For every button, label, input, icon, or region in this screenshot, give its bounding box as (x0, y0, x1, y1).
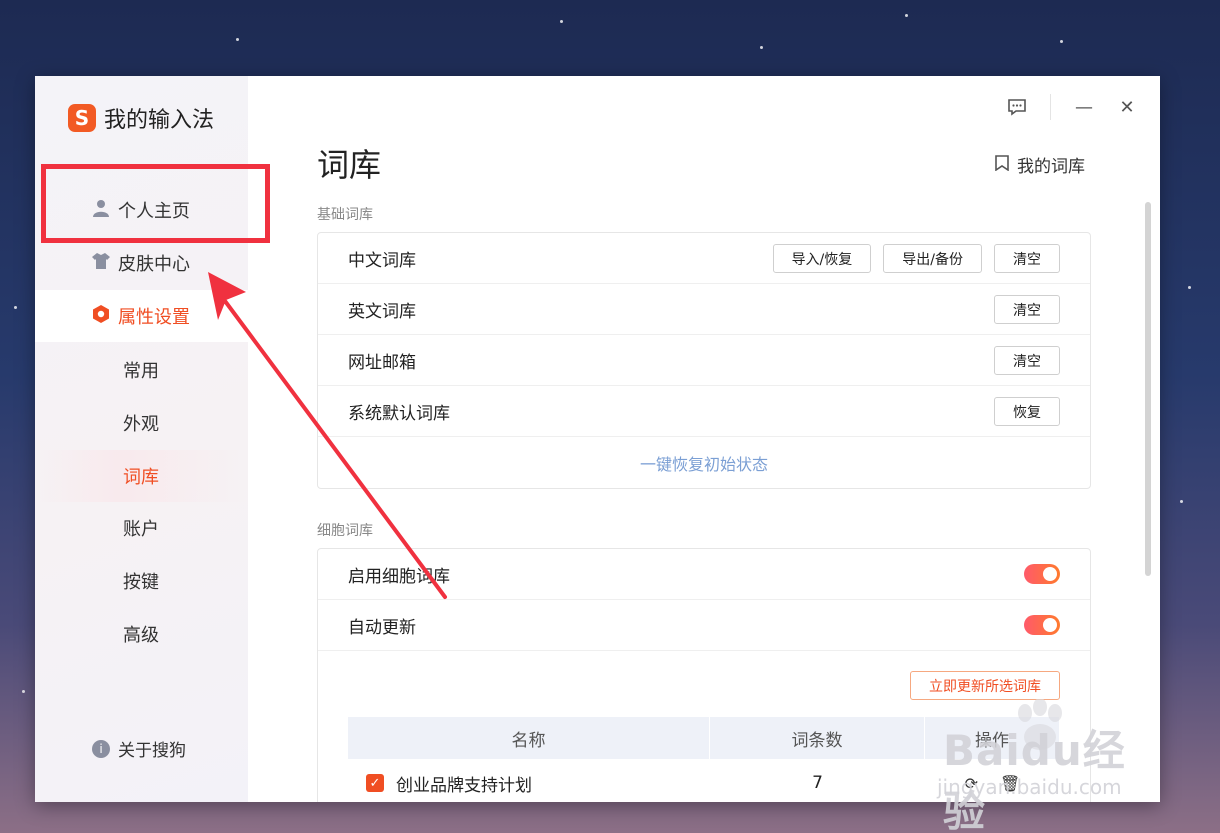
star (1188, 286, 1191, 289)
app-name: 我的输入法 (104, 108, 215, 133)
row-auto-update: 自动更新 (318, 600, 1090, 651)
minimize-button[interactable]: — (1071, 94, 1097, 120)
clear-url-email-button[interactable]: 清空 (994, 346, 1060, 375)
about-link[interactable]: i 关于搜狗 (92, 736, 186, 761)
restore-default-button[interactable]: 恢复 (994, 397, 1060, 426)
column-header-count: 词条数 (710, 717, 925, 759)
row-chinese-dictionary: 中文词库 导入/恢复 导出/备份 清空 (318, 233, 1090, 284)
sogou-logo-icon: S (68, 104, 96, 132)
star (22, 690, 25, 693)
cell-name: ✓ 创业品牌支持计划 (348, 759, 710, 802)
star (760, 46, 763, 49)
import-restore-button[interactable]: 导入/恢复 (772, 244, 872, 273)
clear-english-button[interactable]: 清空 (994, 295, 1060, 324)
sidebar-item-skins[interactable]: 皮肤中心 (35, 237, 248, 289)
export-backup-button[interactable]: 导出/备份 (883, 244, 982, 273)
column-header-name: 名称 (348, 717, 710, 759)
minimize-icon: — (1075, 96, 1093, 118)
row-system-default: 系统默认词库 恢复 (318, 386, 1090, 437)
page-title: 词库 (317, 146, 382, 184)
row-english-dictionary: 英文词库 清空 (318, 284, 1090, 335)
my-library-link[interactable]: 我的词库 (995, 152, 1085, 177)
row-label: 系统默认词库 (348, 403, 450, 424)
star (1180, 500, 1183, 503)
baidu-watermark: Baidu经验 jingyan.baidu.com (935, 699, 1165, 833)
update-selected-button[interactable]: 立即更新所选词库 (910, 671, 1060, 700)
star (1060, 40, 1063, 43)
feedback-button[interactable] (1004, 94, 1030, 120)
bookmark-icon (995, 154, 1009, 175)
my-library-label: 我的词库 (1017, 157, 1085, 177)
sidebar-item-settings[interactable]: 属性设置 (35, 290, 248, 342)
watermark-url: jingyan.baidu.com (937, 775, 1122, 799)
basic-section-label: 基础词库 (317, 207, 373, 223)
row-label: 网址邮箱 (348, 352, 416, 373)
row-label: 英文词库 (348, 301, 416, 322)
titlebar-divider (1050, 94, 1051, 120)
hexagon-icon (92, 305, 110, 327)
cell-section-label: 细胞词库 (317, 523, 373, 539)
star (905, 14, 908, 17)
clear-chinese-button[interactable]: 清空 (994, 244, 1060, 273)
sidebar-subitem-account[interactable]: 账户 (35, 502, 248, 554)
info-icon: i (92, 739, 110, 758)
sidebar-subitem-dictionary[interactable]: 词库 (35, 450, 248, 502)
basic-dictionary-card: 中文词库 导入/恢复 导出/备份 清空 英文词库 清空 网址邮箱 清空 系统默认… (317, 232, 1091, 489)
close-icon: ✕ (1119, 96, 1135, 118)
sidebar-subitem-general[interactable]: 常用 (35, 344, 248, 396)
row-label: 中文词库 (348, 250, 416, 271)
star (560, 20, 563, 23)
sidebar-subitem-advanced[interactable]: 高级 (35, 608, 248, 660)
row-enable-cell: 启用细胞词库 (318, 549, 1090, 600)
restore-all-link[interactable]: 一键恢复初始状态 (318, 437, 1090, 488)
enable-cell-toggle[interactable] (1024, 564, 1060, 584)
sidebar-item-label: 属性设置 (118, 307, 190, 328)
message-icon (1008, 99, 1026, 116)
sidebar-subitem-keys[interactable]: 按键 (35, 555, 248, 607)
auto-update-toggle[interactable] (1024, 615, 1060, 635)
content-scrollbar[interactable] (1145, 202, 1151, 576)
dictionary-name: 创业品牌支持计划 (396, 775, 532, 796)
app-logo: S 我的输入法 (68, 102, 214, 134)
sidebar-subitem-appearance[interactable]: 外观 (35, 397, 248, 449)
highlight-box (41, 164, 270, 243)
shirt-icon (92, 253, 110, 273)
entry-count: 7 (812, 773, 823, 793)
sidebar-item-label: 皮肤中心 (118, 254, 190, 275)
row-url-email: 网址邮箱 清空 (318, 335, 1090, 386)
about-label: 关于搜狗 (118, 741, 186, 761)
row-checkbox[interactable]: ✓ (366, 774, 384, 792)
star (14, 306, 17, 309)
row-label: 自动更新 (348, 617, 416, 638)
row-label: 启用细胞词库 (348, 566, 450, 587)
close-button[interactable]: ✕ (1114, 94, 1140, 120)
star (236, 38, 239, 41)
